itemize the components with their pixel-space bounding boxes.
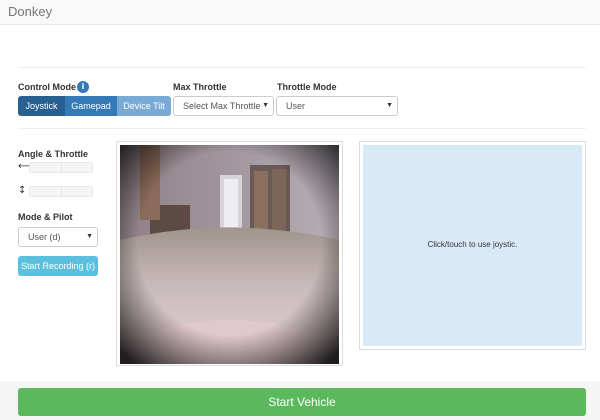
angle-throttle-label: Angle & Throttle	[18, 149, 88, 159]
joystick-mode-button[interactable]: Joystick	[18, 96, 65, 116]
max-throttle-value: Select Max Throttle	[183, 101, 261, 111]
mode-pilot-label: Mode & Pilot	[18, 212, 73, 222]
throttle-bar	[29, 186, 93, 197]
gamepad-mode-button[interactable]: Gamepad	[65, 96, 117, 116]
camera-feed	[116, 141, 343, 366]
joystick-area[interactable]: Click/touch to use joystic.	[363, 145, 582, 346]
device-tilt-mode-button[interactable]: Device Tilt	[117, 96, 171, 116]
chevron-down-icon: ▼	[386, 102, 393, 109]
joystick-prompt: Click/touch to use joystic.	[427, 240, 518, 249]
chevron-down-icon: ▼	[86, 233, 93, 240]
info-icon[interactable]: i	[77, 81, 89, 93]
start-vehicle-button[interactable]: Start Vehicle	[18, 388, 586, 416]
throttle-mode-label: Throttle Mode	[277, 82, 337, 92]
vertical-arrow-icon: ↕	[18, 185, 27, 196]
mode-pilot-value: User (d)	[28, 232, 61, 242]
throttle-mode-select[interactable]: User ▼	[276, 96, 398, 116]
chevron-down-icon: ▼	[262, 102, 269, 109]
navbar: Donkey	[0, 0, 600, 25]
max-throttle-label: Max Throttle	[173, 82, 227, 92]
start-recording-button[interactable]: Start Recording (r)	[18, 256, 98, 276]
joystick-panel: Click/touch to use joystic.	[359, 141, 586, 350]
control-mode-label: Control Mode	[18, 82, 76, 92]
divider-middle	[18, 128, 586, 129]
max-throttle-select[interactable]: Select Max Throttle ▼	[173, 96, 274, 116]
divider-top	[18, 67, 586, 68]
control-mode-group: Joystick Gamepad Device Tilt	[18, 96, 171, 116]
angle-bar	[29, 162, 93, 173]
mode-pilot-select[interactable]: User (d) ▼	[18, 227, 98, 247]
throttle-mode-value: User	[286, 101, 306, 111]
brand-title[interactable]: Donkey	[8, 4, 52, 19]
camera-image	[120, 145, 339, 364]
